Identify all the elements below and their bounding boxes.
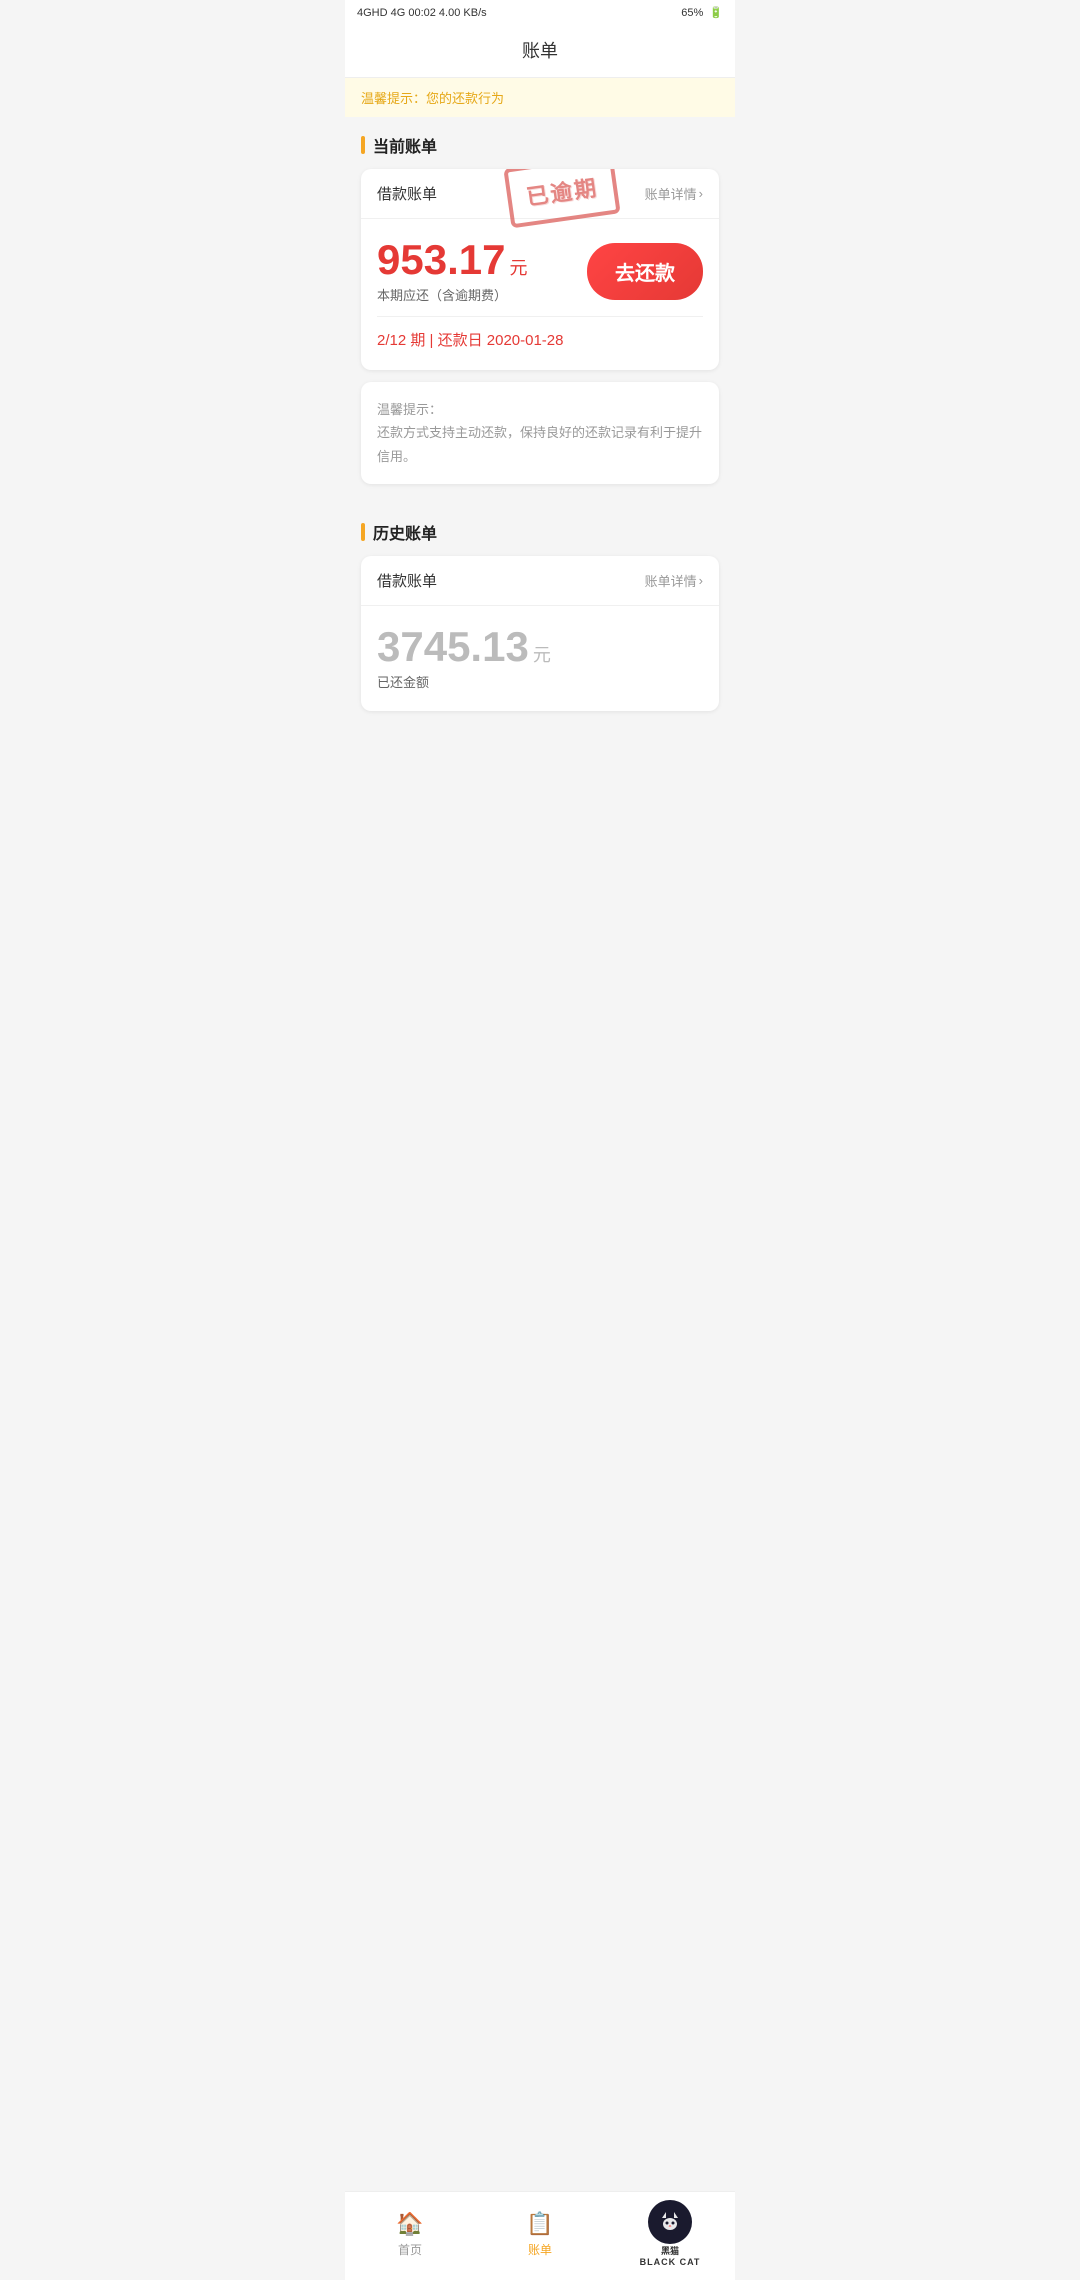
- bill-icon: 📋: [526, 2211, 553, 2237]
- bottom-nav: 🏠 首页 📋 账单 黑猫BLACK CAT: [345, 2191, 735, 2280]
- overdue-stamp-container: 已逾期: [507, 169, 617, 221]
- signal-text: 4GHD 4G 00:02 4.00 KB/s: [357, 7, 487, 19]
- history-bill-card-header: 借款账单 账单详情 ›: [361, 556, 719, 606]
- home-icon: 🏠: [396, 2211, 423, 2237]
- chevron-right-icon: ›: [699, 186, 703, 201]
- current-bill-label: 当前账单: [373, 133, 437, 157]
- amount-value: 953.17: [377, 239, 505, 281]
- history-bill-section: 历史账单 借款账单 账单详情 › 3745.13 元 已还金额: [345, 504, 735, 731]
- chevron-right-icon-2: ›: [699, 573, 703, 588]
- status-bar: 4GHD 4G 00:02 4.00 KB/s 65% 🔋: [345, 0, 735, 25]
- history-bill-card: 借款账单 账单详情 › 3745.13 元 已还金额: [361, 556, 719, 711]
- current-bill-card: 借款账单 已逾期 账单详情 › 953.17: [361, 169, 719, 370]
- black-cat-icon: [648, 2200, 692, 2244]
- title-bar-accent: [361, 136, 365, 154]
- title-bar-accent-2: [361, 523, 365, 541]
- current-bill-card-title: 借款账单: [377, 183, 437, 204]
- home-label: 首页: [398, 2241, 422, 2258]
- tip-content: 还款方式支持主动还款，保持良好的还款记录有利于提升信用。: [377, 421, 703, 468]
- status-right: 65% 🔋: [681, 6, 723, 19]
- status-left: 4GHD 4G 00:02 4.00 KB/s: [357, 7, 487, 19]
- current-bill-card-body: 953.17 元 本期应还（含逾期费） 去还款 2/12 期 | 还款日 202…: [361, 219, 719, 370]
- tip-title: 温馨提示：: [377, 398, 703, 421]
- amount-left: 953.17 元 本期应还（含逾期费）: [377, 239, 527, 304]
- current-bill-section: 当前账单 借款账单 已逾期 账单详情 ›: [345, 117, 735, 504]
- amount-row: 953.17 元 本期应还（含逾期费） 去还款: [377, 239, 703, 304]
- history-amount-value: 3745.13: [377, 626, 529, 668]
- nav-item-brand[interactable]: 黑猫BLACK CAT: [635, 2200, 705, 2268]
- repay-info: 2/12 期 | 还款日 2020-01-28: [377, 329, 703, 350]
- notice-text: 温馨提示：您的还款行为: [361, 91, 504, 106]
- tip-card: 温馨提示： 还款方式支持主动还款，保持良好的还款记录有利于提升信用。: [361, 382, 719, 484]
- amount-label: 本期应还（含逾期费）: [377, 285, 527, 304]
- bill-label: 账单: [528, 2241, 552, 2258]
- notice-bar: 温馨提示：您的还款行为: [345, 78, 735, 117]
- page-header: 账单: [345, 25, 735, 78]
- history-bill-title: 历史账单: [361, 520, 719, 544]
- current-bill-detail-link[interactable]: 账单详情 ›: [645, 184, 703, 203]
- current-bill-title: 当前账单: [361, 133, 719, 157]
- brand-label: 黑猫BLACK CAT: [640, 2246, 701, 2268]
- amount-unit: 元: [509, 254, 527, 280]
- page-title: 账单: [522, 41, 558, 61]
- history-amount-label: 已还金额: [377, 672, 703, 691]
- history-bill-card-body: 3745.13 元 已还金额: [361, 606, 719, 711]
- history-amount-unit: 元: [533, 641, 551, 667]
- history-bill-detail-link[interactable]: 账单详情 ›: [645, 571, 703, 590]
- history-bill-label: 历史账单: [373, 520, 437, 544]
- history-bill-card-title: 借款账单: [377, 570, 437, 591]
- nav-item-home[interactable]: 🏠 首页: [375, 2211, 445, 2258]
- pay-button[interactable]: 去还款: [587, 243, 703, 300]
- battery-icon: 🔋: [709, 6, 723, 19]
- history-amount-display: 3745.13 元: [377, 626, 703, 668]
- amount-display: 953.17 元: [377, 239, 527, 281]
- battery-text: 65%: [681, 7, 703, 19]
- current-bill-card-header: 借款账单 已逾期 账单详情 ›: [361, 169, 719, 219]
- nav-item-bill[interactable]: 📋 账单: [505, 2211, 575, 2258]
- card-divider: [377, 316, 703, 317]
